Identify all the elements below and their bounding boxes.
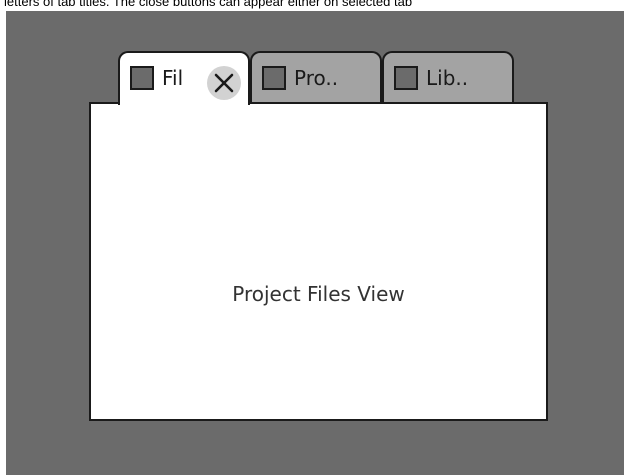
square-icon <box>130 66 154 90</box>
close-icon <box>214 73 234 93</box>
tab-libraries[interactable]: Lib.. <box>382 51 514 103</box>
tab-widget-stage: Pro.. Lib.. Fil Project Files View <box>6 11 624 475</box>
square-icon <box>394 66 418 90</box>
tab-label: Pro.. <box>294 66 339 90</box>
close-tab-button[interactable] <box>207 66 241 100</box>
tab-content-panel: Project Files View <box>89 102 548 421</box>
panel-title: Project Files View <box>232 282 405 306</box>
square-icon <box>262 66 286 90</box>
caption-text: letters of tab titles. The close buttons… <box>4 0 413 9</box>
tab-label: Lib.. <box>426 66 469 90</box>
tab-label: Fil <box>162 66 184 90</box>
tab-projects[interactable]: Pro.. <box>250 51 382 103</box>
